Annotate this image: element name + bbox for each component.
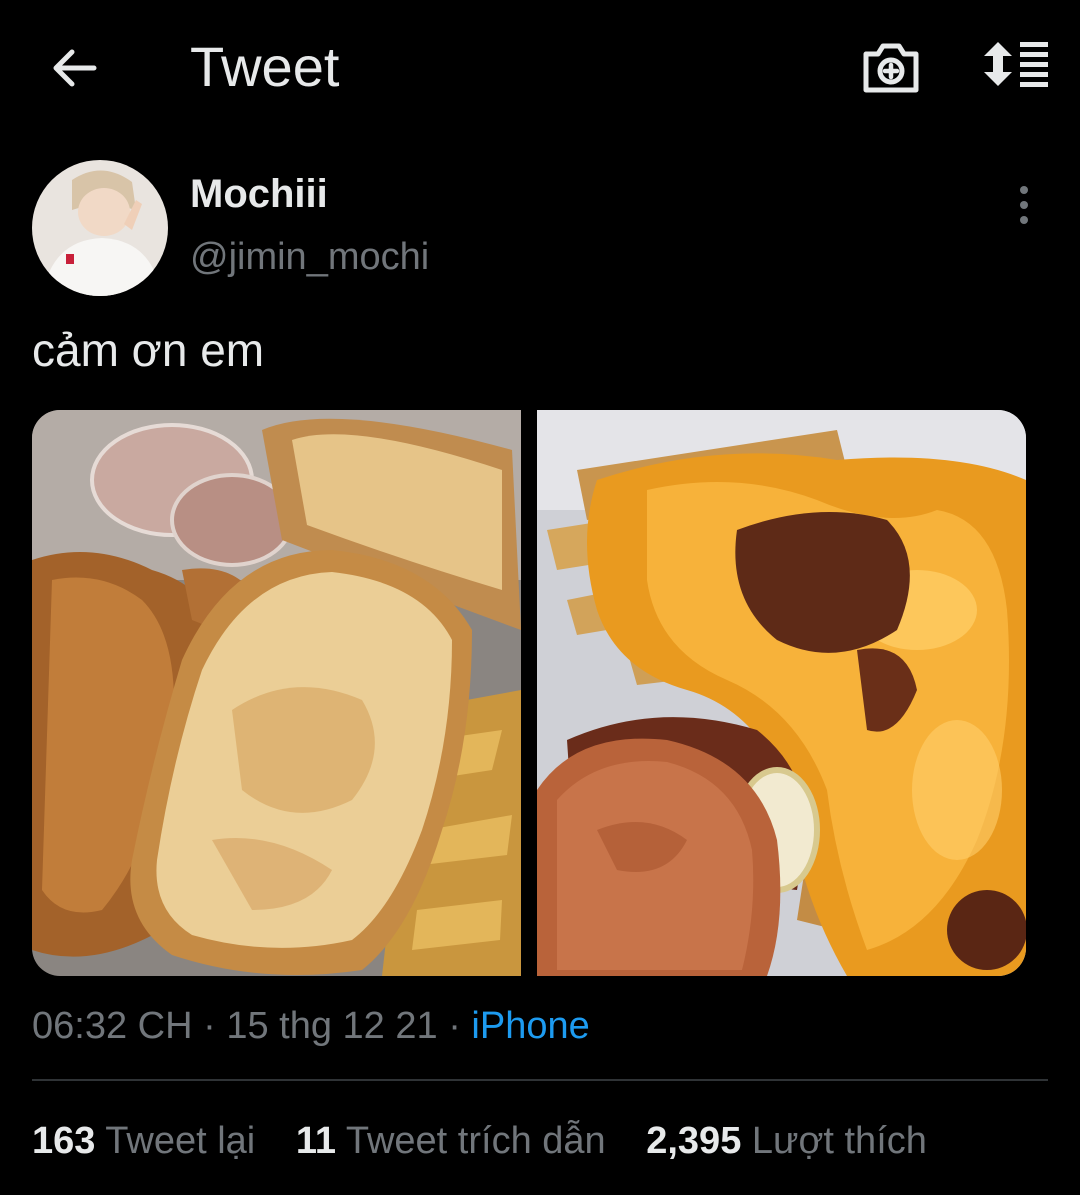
stat-label: Lượt thích bbox=[751, 1120, 927, 1162]
divider bbox=[32, 1079, 1048, 1081]
sort-button[interactable] bbox=[980, 38, 1052, 94]
tweet-photo-1[interactable] bbox=[32, 410, 521, 976]
food-photo-burger-cheese-fries bbox=[537, 410, 1026, 976]
tweet-media bbox=[32, 410, 1026, 976]
arrow-left-icon bbox=[53, 49, 97, 87]
stat-retweets[interactable]: 163 Tweet lại bbox=[32, 1117, 255, 1165]
tweet-text: cảm ơn em bbox=[32, 324, 265, 376]
tweet-detail-screen: Tweet Mochiii @jimin_mochi cảm ơn em 06:… bbox=[0, 0, 1080, 1195]
page-title: Tweet bbox=[190, 35, 340, 98]
sort-list-icon bbox=[984, 42, 1048, 87]
avatar[interactable] bbox=[32, 160, 168, 296]
camera-plus-icon bbox=[863, 43, 919, 93]
tweet-stats: 163 Tweet lại 11 Tweet trích dẫn 2,395 L… bbox=[32, 1117, 957, 1165]
tweet-date: 15 thg 12 21 bbox=[226, 1005, 438, 1047]
avatar-image bbox=[32, 160, 168, 296]
meta-separator: · bbox=[192, 1005, 227, 1047]
stat-count: 163 bbox=[32, 1120, 96, 1162]
top-bar: Tweet bbox=[0, 0, 1080, 135]
stat-label: Tweet trích dẫn bbox=[345, 1120, 606, 1162]
more-options-button[interactable] bbox=[1004, 182, 1044, 228]
tweet-source-link[interactable]: iPhone bbox=[471, 1005, 589, 1047]
back-button[interactable] bbox=[46, 40, 102, 96]
stat-quote-tweets[interactable]: 11 Tweet trích dẫn bbox=[296, 1117, 606, 1165]
author-name[interactable]: Mochiii bbox=[190, 170, 328, 218]
stat-count: 11 bbox=[295, 1120, 336, 1162]
camera-button[interactable] bbox=[860, 38, 922, 96]
author-handle[interactable]: @jimin_mochi bbox=[190, 234, 429, 280]
tweet-time: 06:32 CH bbox=[32, 1005, 193, 1047]
tweet-photo-2[interactable] bbox=[537, 410, 1026, 976]
tweet-meta: 06:32 CH · 15 thg 12 21 · iPhone bbox=[32, 1002, 590, 1050]
stat-label: Tweet lại bbox=[105, 1120, 256, 1162]
stat-likes[interactable]: 2,395 Lượt thích bbox=[646, 1117, 927, 1165]
more-vertical-icon bbox=[1020, 186, 1028, 224]
stat-count: 2,395 bbox=[646, 1120, 742, 1162]
food-photo-chicken-toast bbox=[32, 410, 521, 976]
meta-separator: · bbox=[437, 1005, 472, 1047]
